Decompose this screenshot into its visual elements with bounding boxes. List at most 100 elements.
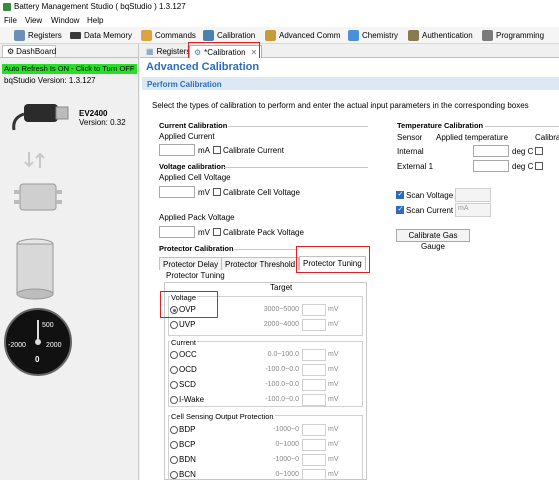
tab-dashboard[interactable]: ⚙ DashBoard: [2, 45, 56, 57]
uvp-unit: mV: [328, 321, 339, 328]
uvp-label: UVP: [179, 320, 196, 329]
page-title: Advanced Calibration: [146, 61, 260, 73]
calibrate-cell-voltage-checkbox[interactable]: [213, 188, 221, 196]
device-version: Version: 0.32: [79, 118, 126, 127]
auto-refresh-toggle[interactable]: Auto Refresh Is ON - Click to Turn OFF: [2, 64, 137, 74]
toolbar-commands-button[interactable]: Commands: [141, 29, 196, 42]
ovp-target-input[interactable]: [302, 304, 326, 316]
bdn-target-input[interactable]: [302, 454, 326, 466]
i-wake-unit: mV: [328, 396, 339, 403]
uvp-target-input[interactable]: [302, 319, 326, 331]
ovp-range: 3000~5000: [263, 306, 299, 313]
tab-registers-label: Registers: [156, 47, 191, 56]
authentication-icon: [408, 30, 419, 41]
occ-unit: mV: [328, 351, 339, 358]
toolbar-calibration-button[interactable]: Calibration: [203, 29, 255, 42]
device-name: EV2400: [79, 109, 108, 118]
bcn-radio[interactable]: [170, 471, 178, 479]
gear-icon: ⚙: [7, 47, 15, 56]
applied-cell-voltage-input[interactable]: [159, 186, 195, 198]
tab-registers[interactable]: ▦ Registers: [142, 45, 194, 58]
toolbar-registers-button[interactable]: Registers: [14, 29, 62, 42]
bqstudio-version: bqStudio Version: 1.3.127: [4, 76, 96, 85]
chemistry-icon: [348, 30, 359, 41]
scan-current-checkbox[interactable]: [396, 205, 404, 214]
gauge-label-500: 500: [42, 322, 54, 329]
advanced-comm-icon: [265, 30, 276, 41]
toolbar-data-memory-button[interactable]: Data Memory: [70, 29, 132, 42]
data-memory-icon: [70, 32, 81, 39]
calibrate-pack-voltage-checkbox[interactable]: [213, 228, 221, 236]
menu-view[interactable]: View: [25, 16, 42, 25]
scd-target-input[interactable]: [302, 379, 326, 391]
toolbar-programming-button[interactable]: Programming: [482, 29, 544, 42]
ovp-radio[interactable]: [170, 306, 178, 314]
ocd-unit: mV: [328, 366, 339, 373]
menu-help[interactable]: Help: [87, 16, 103, 25]
usb-adapter-icon[interactable]: [8, 96, 78, 136]
occ-radio[interactable]: [170, 351, 178, 359]
registers-icon: ▦: [146, 47, 154, 56]
applied-pack-voltage-input[interactable]: [159, 226, 195, 238]
calibrate-external1-checkbox[interactable]: [535, 162, 543, 170]
ovp-label: OVP: [179, 305, 196, 314]
tab-strip-line: [0, 57, 139, 58]
applied-current-label: Applied Current: [159, 132, 215, 141]
temperature-unit: deg C: [512, 162, 534, 171]
calibrate-current-checkbox[interactable]: [213, 146, 221, 154]
tab-protector-delay[interactable]: Protector Delay: [159, 257, 223, 270]
scd-radio[interactable]: [170, 381, 178, 389]
programming-icon: [482, 30, 493, 41]
i-wake-target-input[interactable]: [302, 394, 326, 406]
bcp-range: 0~1000: [275, 441, 299, 448]
toolbar-label: Advanced Comm: [279, 31, 341, 40]
occ-target-input[interactable]: [302, 349, 326, 361]
calibrate-internal-checkbox[interactable]: [535, 147, 543, 155]
toolbar: Registers Data Memory Commands Calibrati…: [0, 27, 559, 44]
bcp-target-input[interactable]: [302, 439, 326, 451]
communication-arrows-icon: [24, 152, 45, 168]
scan-voltage-value: [455, 188, 491, 202]
protector-calibration-title: Protector Calibration: [159, 244, 234, 253]
menu-file[interactable]: File: [4, 16, 17, 25]
internal-temperature-input[interactable]: [473, 145, 509, 157]
bcp-radio[interactable]: [170, 441, 178, 449]
ocd-target-input[interactable]: [302, 364, 326, 376]
toolbar-chemistry-button[interactable]: Chemistry: [348, 29, 398, 42]
gauge-label-2000: 2000: [46, 342, 62, 349]
occ-label: OCC: [179, 350, 197, 359]
bcn-target-input[interactable]: [302, 469, 326, 480]
tab-protector-threshold[interactable]: Protector Threshold: [221, 257, 300, 270]
calibrate-pack-voltage-label: Calibrate Pack Voltage: [223, 228, 304, 237]
battery-icon[interactable]: [10, 236, 60, 302]
i-wake-radio[interactable]: [170, 396, 178, 404]
tab-protector-tuning-overflow[interactable]: Protector Tuning: [166, 271, 225, 280]
toolbar-label: Programming: [496, 31, 545, 40]
ovp-unit: mV: [328, 306, 339, 313]
bdp-target-input[interactable]: [302, 424, 326, 436]
ocd-radio[interactable]: [170, 366, 178, 374]
uvp-radio[interactable]: [170, 321, 178, 329]
gauge-label-neg-2000: -2000: [8, 342, 26, 349]
scan-voltage-label: Scan Voltage: [406, 191, 454, 200]
toolbar-label: Chemistry: [362, 31, 399, 40]
toolbar-advanced-comm-button[interactable]: Advanced Comm: [265, 29, 340, 42]
bdn-radio[interactable]: [170, 456, 178, 464]
external1-temperature-input[interactable]: [473, 160, 509, 172]
menu-window[interactable]: Window: [51, 16, 79, 25]
registers-icon: [14, 30, 25, 41]
current-calibration-title: Current Calibration: [159, 121, 228, 130]
scan-current-value: mA: [455, 203, 491, 217]
scd-unit: mV: [328, 381, 339, 388]
applied-current-input[interactable]: [159, 144, 195, 156]
bdp-radio[interactable]: [170, 426, 178, 434]
toolbar-label: Data Memory: [84, 31, 133, 40]
calibrate-gas-gauge-button[interactable]: Calibrate Gas Gauge: [396, 229, 470, 251]
cell-sensing-group-title: Cell Sensing Output Protection: [170, 412, 275, 421]
toolbar-authentication-button[interactable]: Authentication: [408, 29, 473, 42]
commands-icon: [141, 30, 152, 41]
uvp-range: 2000~4000: [263, 321, 299, 328]
voltage-calibration-title: Voltage calibration: [159, 162, 226, 171]
scan-voltage-checkbox[interactable]: [396, 190, 404, 199]
gauge-chip-icon[interactable]: [10, 180, 66, 220]
